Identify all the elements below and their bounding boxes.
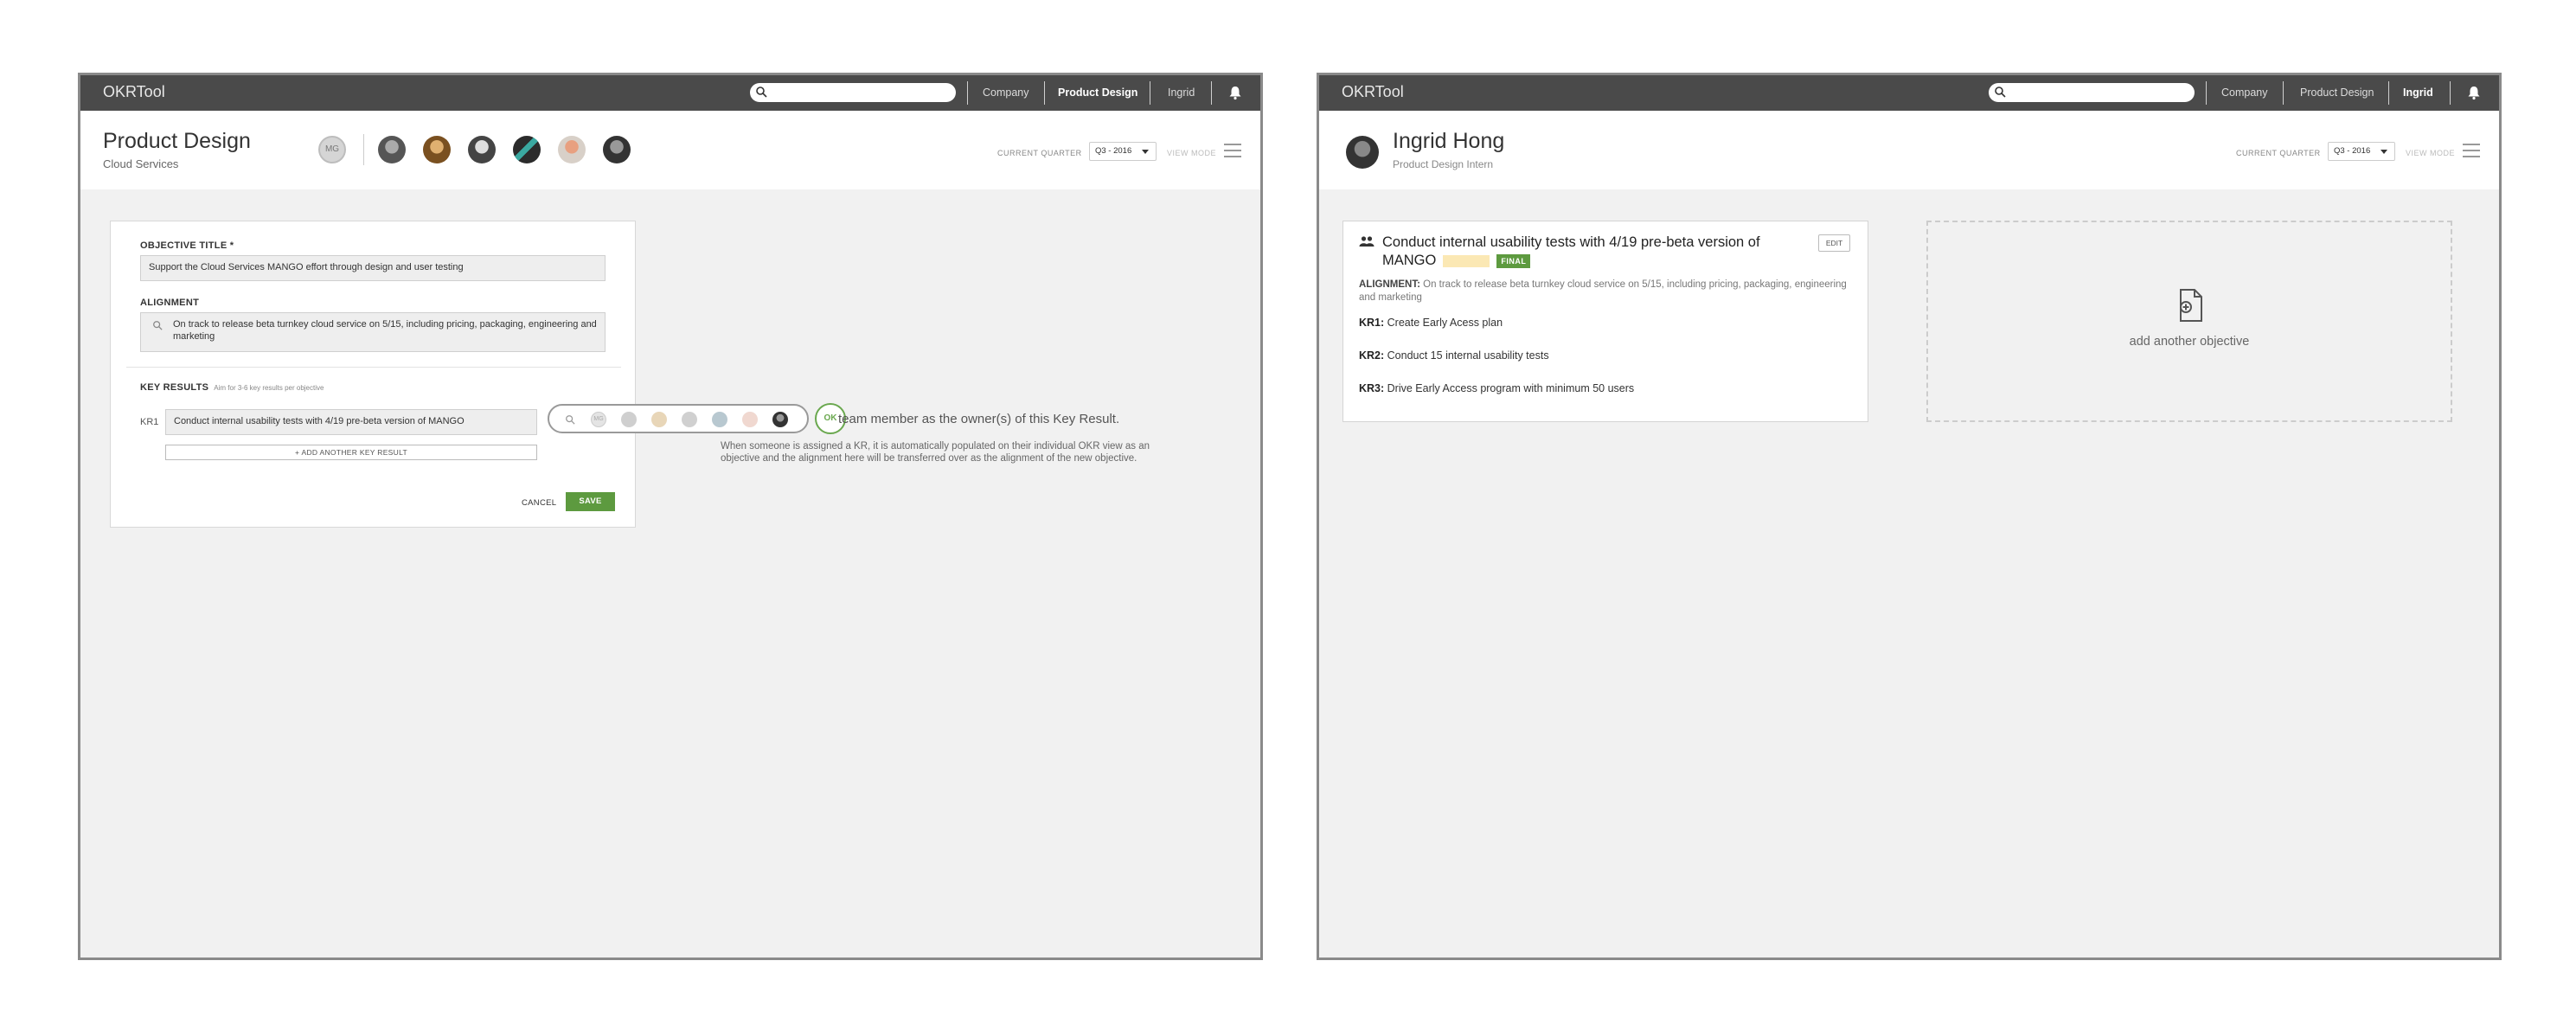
key-result-item: KR3: Drive Early Access program with min… — [1359, 382, 1635, 394]
nav-company[interactable]: Company — [983, 86, 1029, 99]
page-subtitle: Product Design Intern — [1393, 158, 1494, 170]
bell-icon[interactable] — [2467, 85, 2481, 100]
kr1-input[interactable]: Conduct internal usability tests with 4/… — [165, 409, 537, 435]
team-member-avatar[interactable] — [468, 136, 496, 163]
objective-alignment: ALIGNMENT: On track to release beta turn… — [1359, 279, 1847, 303]
owner-option-initials[interactable]: MG — [591, 412, 606, 427]
search-input[interactable] — [750, 83, 956, 102]
nav-divider — [2450, 81, 2451, 105]
key-results-label: KEY RESULTS Aim for 3-6 key results per o… — [140, 382, 324, 393]
page-title: Ingrid Hong — [1393, 129, 1505, 153]
final-badge: FINAL — [1496, 253, 1531, 268]
section-divider — [126, 367, 621, 368]
alignment-value: On track to release beta turnkey cloud s… — [173, 319, 597, 342]
team-member-avatar[interactable] — [378, 136, 406, 163]
chevron-down-icon — [1142, 150, 1149, 154]
add-document-icon — [2180, 289, 2202, 322]
nav-divider — [967, 81, 968, 105]
add-key-result-button[interactable]: + ADD ANOTHER KEY RESULT — [165, 445, 537, 460]
owner-tooltip-title: team member as the owner(s) of this Key … — [838, 412, 1120, 426]
page-header: Product Design Cloud Services MG CURRENT… — [80, 111, 1260, 189]
avatar-divider — [363, 134, 364, 165]
edit-button[interactable]: EDIT — [1818, 234, 1850, 252]
nav-divider — [1044, 81, 1045, 105]
objective-form: OBJECTIVE TITLE * Support the Cloud Serv… — [110, 221, 636, 528]
quarter-select[interactable]: Q3 - 2016 — [2328, 142, 2395, 161]
brand-logo[interactable]: OKRTool — [1342, 83, 1404, 101]
nav-divider — [2283, 81, 2284, 105]
owner-tooltip-text: When someone is assigned a KR, it is aut… — [721, 441, 1150, 464]
highlight-swatch — [1443, 254, 1490, 267]
team-icon — [1359, 236, 1375, 247]
current-quarter-label: CURRENT QUARTER — [2236, 149, 2321, 157]
search-icon — [756, 86, 767, 98]
key-results-hint: Aim for 3-6 key results per objective — [214, 384, 324, 392]
alignment-label: ALIGNMENT — [140, 298, 200, 308]
add-objective-label: add another objective — [2129, 335, 2250, 349]
current-quarter-label: CURRENT QUARTER — [997, 149, 1082, 157]
search-icon — [1995, 86, 2006, 98]
view-mode-menu-icon[interactable] — [1224, 144, 1241, 162]
profile-avatar — [1346, 136, 1379, 169]
page-subtitle: Cloud Services — [103, 157, 179, 170]
quarter-select-value: Q3 - 2016 — [1095, 146, 1132, 156]
nav-divider — [2388, 81, 2389, 105]
brand-logo[interactable]: OKRTool — [103, 83, 165, 101]
team-member-initials-avatar[interactable]: MG — [318, 136, 346, 163]
team-member-avatar[interactable] — [558, 136, 586, 163]
individual-okr-window: OKRTool Company Product Design Ingrid In… — [1317, 73, 2502, 960]
team-member-avatar[interactable] — [603, 136, 631, 163]
objective-title-label: OBJECTIVE TITLE * — [140, 240, 234, 251]
key-result-item: KR1: Create Early Acess plan — [1359, 317, 1503, 329]
nav-user[interactable]: Ingrid — [2403, 86, 2433, 99]
add-objective-placeholder[interactable]: add another objective — [1926, 221, 2452, 422]
nav-user[interactable]: Ingrid — [1168, 86, 1195, 99]
nav-divider — [1211, 81, 1212, 105]
nav-team[interactable]: Product Design — [1058, 86, 1137, 99]
view-mode-label: VIEW MODE — [1167, 149, 1217, 157]
search-icon — [153, 321, 163, 330]
search-icon — [566, 415, 575, 425]
top-navbar: OKRTool Company Product Design Ingrid — [80, 75, 1260, 111]
objective-title: Conduct internal usability tests with 4/… — [1382, 234, 1760, 268]
nav-team[interactable]: Product Design — [2300, 86, 2374, 99]
key-result-item: KR2: Conduct 15 internal usability tests — [1359, 349, 1549, 362]
search-input[interactable] — [1989, 83, 2195, 102]
owner-picker[interactable]: MG — [548, 404, 809, 433]
owner-option-avatar[interactable] — [712, 412, 727, 427]
top-navbar: OKRTool Company Product Design Ingrid — [1319, 75, 2499, 111]
owner-option-avatar[interactable] — [742, 412, 758, 427]
team-member-avatar[interactable] — [513, 136, 541, 163]
kr1-label: KR1 — [140, 417, 159, 427]
page-header: Ingrid Hong Product Design Intern CURREN… — [1319, 111, 2499, 189]
chevron-down-icon — [2381, 150, 2387, 154]
objective-card[interactable]: Conduct internal usability tests with 4/… — [1342, 221, 1868, 422]
owner-option-avatar-selected[interactable] — [772, 412, 788, 427]
view-mode-menu-icon[interactable] — [2463, 144, 2480, 162]
team-member-avatar[interactable] — [423, 136, 451, 163]
view-mode-label: VIEW MODE — [2406, 149, 2456, 157]
team-okr-window: OKRTool Company Product Design Ingrid Pr… — [78, 73, 1263, 960]
objective-title-input[interactable]: Support the Cloud Services MANGO effort … — [140, 255, 606, 281]
save-button[interactable]: SAVE — [566, 492, 615, 511]
alignment-input[interactable]: On track to release beta turnkey cloud s… — [140, 312, 606, 352]
cancel-button[interactable]: CANCEL — [522, 498, 556, 508]
nav-divider — [2206, 81, 2207, 105]
bell-icon[interactable] — [1228, 85, 1242, 100]
owner-option-avatar[interactable] — [682, 412, 697, 427]
owner-option-avatar[interactable] — [651, 412, 667, 427]
quarter-select-value: Q3 - 2016 — [2334, 146, 2371, 156]
nav-company[interactable]: Company — [2221, 86, 2268, 99]
owner-option-avatar[interactable] — [621, 412, 637, 427]
quarter-select[interactable]: Q3 - 2016 — [1089, 142, 1157, 161]
page-title: Product Design — [103, 129, 251, 153]
